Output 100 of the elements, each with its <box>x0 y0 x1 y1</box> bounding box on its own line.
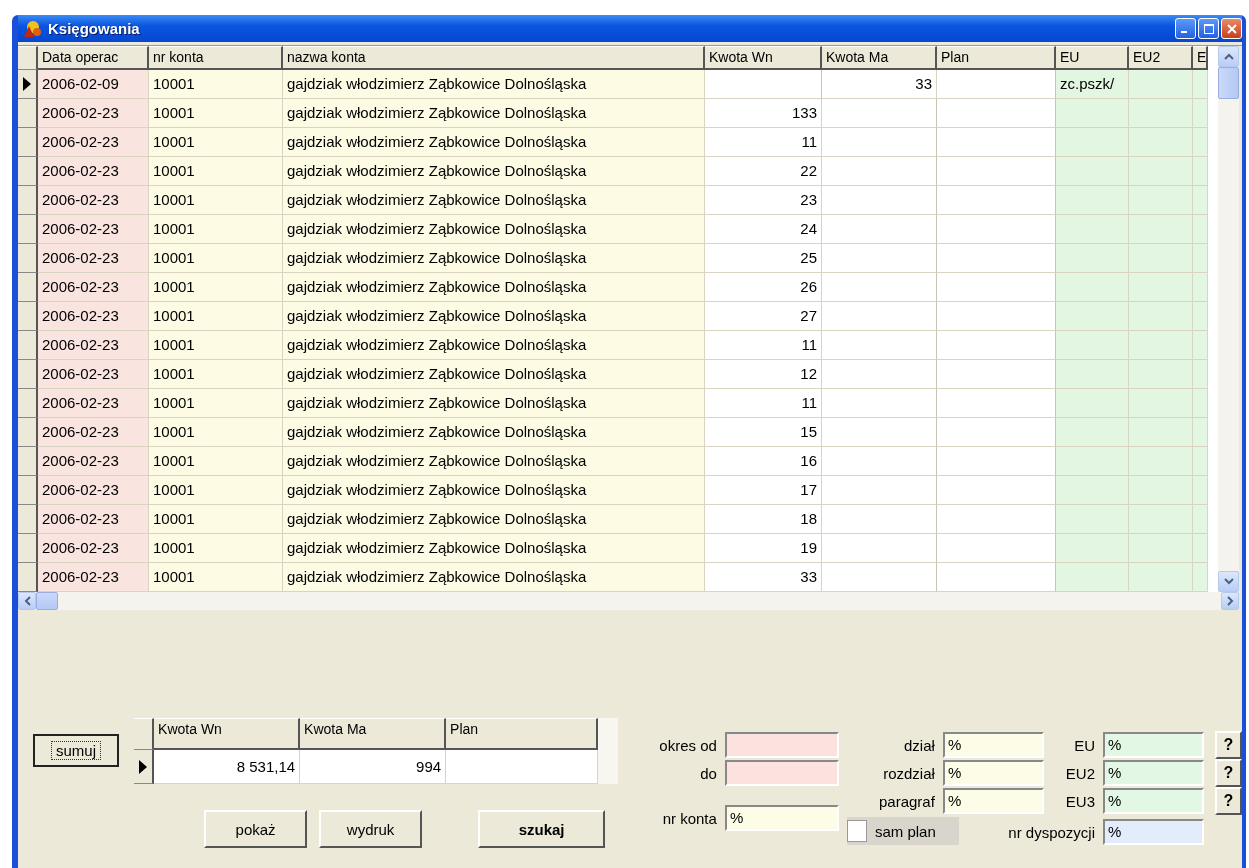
input-field[interactable]: % <box>1103 819 1204 845</box>
scroll-thumb[interactable] <box>1218 67 1239 99</box>
sum-button[interactable]: sumuj <box>33 734 119 767</box>
vertical-scrollbar[interactable] <box>1218 46 1239 592</box>
table-cell: 10001 <box>149 360 283 389</box>
column-header[interactable]: Plan <box>937 46 1056 70</box>
row-indicator[interactable] <box>18 534 38 563</box>
input-field[interactable]: % <box>1103 732 1204 758</box>
table-cell: 10001 <box>149 99 283 128</box>
table-cell: 10001 <box>149 476 283 505</box>
column-header[interactable]: EU <box>1056 46 1129 70</box>
table-cell: 2006-02-23 <box>38 389 149 418</box>
input-field[interactable]: % <box>942 788 1044 814</box>
scroll-up-icon <box>1223 53 1234 60</box>
scroll-thumb[interactable] <box>36 592 58 610</box>
table-cell: 10001 <box>149 447 283 476</box>
table-cell: 994 <box>300 750 447 784</box>
column-header[interactable]: Data operac <box>38 46 149 70</box>
table-cell: 24 <box>705 215 822 244</box>
input-field[interactable]: % <box>724 805 839 831</box>
row-indicator[interactable] <box>134 750 155 784</box>
input-field[interactable] <box>724 732 839 758</box>
action-button[interactable]: szukaj <box>478 810 606 848</box>
column-header[interactable]: nr konta <box>149 46 283 70</box>
maximize-icon <box>1203 23 1214 34</box>
field-label: paragraf <box>878 792 936 810</box>
minimize-button[interactable] <box>1175 18 1196 39</box>
table-cell: 2006-02-23 <box>38 99 149 128</box>
row-indicator[interactable] <box>18 273 38 302</box>
current-row-icon <box>23 77 31 91</box>
table-cell: 10001 <box>149 215 283 244</box>
row-indicator[interactable] <box>18 186 38 215</box>
table-cell: gajdziak włodzimierz Ząbkowice Dolnośląska <box>283 534 705 563</box>
input-field[interactable]: % <box>942 760 1044 786</box>
row-indicator[interactable] <box>18 476 38 505</box>
table-cell: 22 <box>705 157 822 186</box>
grid-corner <box>18 46 38 70</box>
column-header[interactable]: Kwota Ma <box>300 718 447 750</box>
row-indicator[interactable] <box>18 244 38 273</box>
table-cell: 15 <box>705 418 822 447</box>
table-cell: 2006-02-23 <box>38 244 149 273</box>
field-label: rozdział <box>882 764 936 782</box>
row-indicator[interactable] <box>18 418 38 447</box>
column-header[interactable]: Kwota Wn <box>705 46 822 70</box>
table-cell: 10001 <box>149 563 283 592</box>
table-cell: gajdziak włodzimierz Ząbkowice Dolnośląska <box>283 128 705 157</box>
checkbox-label: sam plan <box>874 822 936 840</box>
row-indicator[interactable] <box>18 505 38 534</box>
table-cell: gajdziak włodzimierz Ząbkowice Dolnośląska <box>283 70 705 99</box>
input-field[interactable]: % <box>1103 760 1204 786</box>
table-cell: gajdziak włodzimierz Ząbkowice Dolnośląska <box>283 563 705 592</box>
help-button[interactable]: ? <box>1215 731 1242 759</box>
field-label: EU3 <box>1064 792 1096 810</box>
row-indicator[interactable] <box>18 360 38 389</box>
column-header[interactable]: Kwota Ma <box>822 46 937 70</box>
row-indicator[interactable] <box>18 302 38 331</box>
table-cell: 10001 <box>149 128 283 157</box>
checkbox[interactable] <box>846 820 867 842</box>
input-field[interactable]: % <box>1103 788 1204 814</box>
table-cell: 25 <box>705 244 822 273</box>
column-header[interactable]: nazwa konta <box>283 46 705 70</box>
table-cell: 2006-02-23 <box>38 273 149 302</box>
row-indicator[interactable] <box>18 99 38 128</box>
table-cell: gajdziak włodzimierz Ząbkowice Dolnośląska <box>283 273 705 302</box>
row-indicator[interactable] <box>18 128 38 157</box>
table-cell: gajdziak włodzimierz Ząbkowice Dolnośląska <box>283 360 705 389</box>
maximize-button[interactable] <box>1198 18 1219 39</box>
help-button[interactable]: ? <box>1215 787 1242 815</box>
input-field[interactable]: % <box>942 732 1044 758</box>
action-button[interactable]: pokaż <box>204 810 308 848</box>
row-indicator[interactable] <box>18 157 38 186</box>
table-cell: 11 <box>705 128 822 157</box>
field-label: nr konta <box>661 809 718 827</box>
scroll-down-icon <box>1223 578 1234 585</box>
column-header[interactable]: E <box>1193 46 1208 70</box>
table-cell: gajdziak włodzimierz Ząbkowice Dolnośląska <box>283 157 705 186</box>
table-cell: 17 <box>705 476 822 505</box>
table-cell: 2006-02-23 <box>38 157 149 186</box>
scroll-left-icon <box>23 596 31 606</box>
table-cell: 33 <box>822 70 937 99</box>
help-button[interactable]: ? <box>1215 759 1242 787</box>
action-button[interactable]: wydruk <box>319 810 423 848</box>
current-row-icon <box>139 759 148 774</box>
row-indicator[interactable] <box>18 215 38 244</box>
column-header[interactable]: Plan <box>446 718 599 750</box>
table-cell: gajdziak włodzimierz Ząbkowice Dolnośląska <box>283 505 705 534</box>
row-indicator[interactable] <box>18 563 38 592</box>
field-label: dział <box>903 736 936 754</box>
table-cell: 10001 <box>149 418 283 447</box>
input-field[interactable] <box>724 760 839 786</box>
row-indicator[interactable] <box>18 447 38 476</box>
table-cell: 10001 <box>149 534 283 563</box>
close-button[interactable] <box>1221 18 1242 39</box>
horizontal-scrollbar[interactable] <box>18 592 1239 610</box>
row-indicator[interactable] <box>18 389 38 418</box>
row-indicator[interactable] <box>18 70 38 99</box>
column-header[interactable]: Kwota Wn <box>154 718 301 750</box>
column-header[interactable]: EU2 <box>1129 46 1193 70</box>
row-indicator[interactable] <box>18 331 38 360</box>
table-cell: 2006-02-23 <box>38 534 149 563</box>
